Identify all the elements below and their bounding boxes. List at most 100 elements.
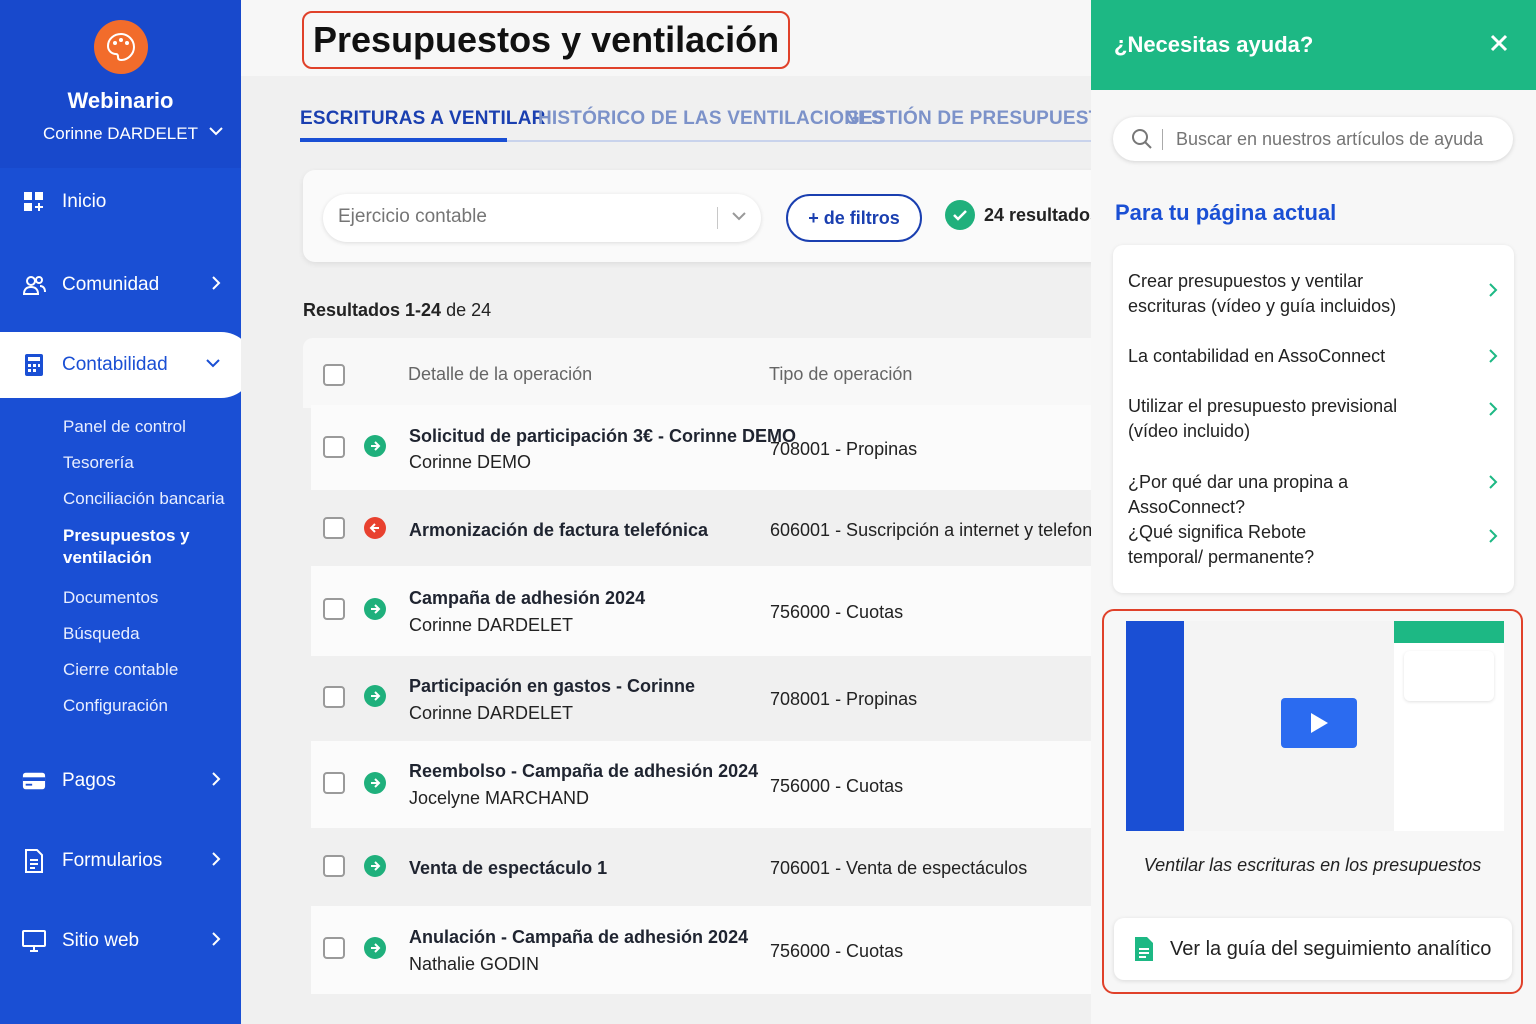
- incoming-arrow-icon: [364, 855, 386, 877]
- subnav-item-panel[interactable]: Panel de control: [63, 416, 225, 452]
- row-checkbox[interactable]: [323, 855, 345, 877]
- subnav-item-configuracion[interactable]: Configuración: [63, 695, 225, 731]
- sidebar-item-label: Sitio web: [62, 930, 140, 951]
- sidebar: Webinario Corinne DARDELET Inicio Comuni…: [0, 0, 254, 1024]
- select-all-checkbox[interactable]: [323, 364, 345, 386]
- row-title: Participación en gastos - Corinne: [409, 676, 696, 696]
- video-thumbnail[interactable]: [1126, 621, 1504, 831]
- search-separator: [1162, 129, 1163, 150]
- user-name[interactable]: Corinne DARDELET: [0, 124, 241, 144]
- guide-label: Ver la guía del seguimiento analítico: [1170, 937, 1492, 960]
- row-title: Anulación - Campaña de adhesión 2024: [409, 927, 749, 947]
- subnav-item-conciliacion[interactable]: Conciliación bancaria: [63, 488, 225, 525]
- sidebar-item-label: Formularios: [62, 850, 163, 871]
- outgoing-arrow-icon: [364, 517, 386, 539]
- table-row[interactable]: Armonización de factura telefónica 60600…: [311, 490, 1107, 566]
- table-row[interactable]: Venta de espectáculo 1 706001 - Venta de…: [311, 828, 1093, 906]
- row-type: 756000 - Cuotas: [770, 602, 904, 622]
- table-row[interactable]: Reembolso - Campaña de adhesión 2024 Joc…: [311, 741, 1093, 828]
- column-header-tipo[interactable]: Tipo de operación: [769, 364, 912, 385]
- tab-historico-ventilaciones[interactable]: HISTÓRICO DE LAS VENTILACIONES: [538, 108, 884, 130]
- results-badge: 24 resultados: [945, 200, 1100, 230]
- subnav-item-tesoreria[interactable]: Tesorería: [63, 452, 225, 488]
- column-header-detalle[interactable]: Detalle de la operación: [408, 364, 592, 385]
- sidebar-item-sitio-web[interactable]: Sitio web: [0, 916, 241, 966]
- active-tab-indicator: [300, 138, 507, 142]
- table-row[interactable]: Anulación - Campaña de adhesión 2024 Nat…: [311, 906, 1093, 994]
- results-badge-label: 24 resultados: [984, 204, 1101, 225]
- chevron-right-icon: [1489, 349, 1498, 363]
- chevron-right-icon: [1489, 283, 1498, 297]
- row-type: 756000 - Cuotas: [770, 776, 904, 796]
- sidebar-item-label: Inicio: [62, 191, 107, 212]
- thumbnail-amount-card: [1404, 651, 1494, 701]
- search-icon: [1132, 129, 1152, 149]
- help-article-link[interactable]: Utilizar el presupuesto previsional (víd…: [1128, 394, 1508, 444]
- row-checkbox[interactable]: [323, 937, 345, 959]
- table-row[interactable]: Campaña de adhesión 2024 Corinne DARDELE…: [311, 566, 1093, 656]
- row-checkbox[interactable]: [323, 436, 345, 458]
- incoming-arrow-icon: [364, 598, 386, 620]
- thumbnail-sidebar: [1126, 621, 1184, 831]
- subnav-item-cierre[interactable]: Cierre contable: [63, 659, 225, 695]
- row-type: 706001 - Venta de espectáculos: [770, 858, 1028, 878]
- help-article-link[interactable]: ¿Por qué dar una propina a AssoConnect?: [1128, 470, 1508, 520]
- row-checkbox[interactable]: [323, 517, 345, 539]
- close-icon[interactable]: [1489, 33, 1509, 53]
- article-label: Crear presupuestos y ventilar escrituras…: [1128, 271, 1397, 316]
- document-icon: [22, 849, 46, 873]
- subnav-item-busqueda[interactable]: Búsqueda: [63, 623, 225, 659]
- help-search-input[interactable]: [1176, 129, 1496, 150]
- table-row[interactable]: Participación en gastos - Corinne Corinn…: [311, 656, 1093, 741]
- sidebar-item-inicio[interactable]: Inicio: [0, 177, 241, 227]
- row-title: Solicitud de participación 3€ - Corinne …: [409, 426, 797, 446]
- fiscal-year-select[interactable]: [323, 194, 761, 242]
- chevron-right-icon: [212, 276, 221, 290]
- tab-gestion-presupuestos[interactable]: GESTIÓN DE PRESUPUESTOS: [845, 108, 1128, 130]
- sidebar-item-contabilidad[interactable]: Contabilidad: [0, 332, 254, 398]
- monitor-icon: [22, 929, 46, 953]
- help-article-link[interactable]: Crear presupuestos y ventilar escrituras…: [1128, 269, 1508, 319]
- article-label: La contabilidad en AssoConnect: [1128, 346, 1386, 366]
- results-total: de 24: [441, 300, 492, 320]
- row-subtitle: Corinne DARDELET: [409, 703, 574, 723]
- incoming-arrow-icon: [364, 937, 386, 959]
- chevron-down-icon[interactable]: [209, 126, 223, 136]
- tab-escrituras-a-ventilar[interactable]: ESCRITURAS A VENTILAR: [300, 108, 546, 130]
- incoming-arrow-icon: [364, 772, 386, 794]
- analytics-guide-button[interactable]: Ver la guía del seguimiento analítico: [1114, 918, 1512, 980]
- chevron-right-icon: [1489, 529, 1498, 543]
- incoming-arrow-icon: [364, 435, 386, 457]
- fiscal-year-input[interactable]: [338, 206, 698, 228]
- sidebar-item-pagos[interactable]: Pagos: [0, 756, 241, 806]
- help-header: ¿Necesitas ayuda?: [1091, 0, 1536, 90]
- help-article-link[interactable]: La contabilidad en AssoConnect: [1128, 344, 1508, 369]
- help-article-link[interactable]: ¿Qué significa Rebote temporal/ permanen…: [1128, 520, 1508, 570]
- help-search-bar[interactable]: [1113, 117, 1513, 161]
- video-caption: Ventilar las escrituras en los presupues…: [1143, 855, 1482, 875]
- row-title: Armonización de factura telefónica: [409, 520, 709, 540]
- table-row[interactable]: Solicitud de participación 3€ - Corinne …: [311, 405, 1093, 490]
- sidebar-subnav: Panel de control Tesorería Conciliación …: [63, 416, 225, 731]
- more-filters-button[interactable]: + de filtros: [786, 194, 922, 242]
- play-button[interactable]: [1281, 698, 1357, 748]
- filter-card: + de filtros 24 resultados: [303, 170, 1103, 262]
- row-checkbox[interactable]: [323, 598, 345, 620]
- subnav-item-presupuestos[interactable]: Presupuestos y ventilación: [63, 525, 203, 587]
- row-title: Venta de espectáculo 1: [409, 858, 608, 878]
- organization-name: Webinario: [67, 88, 174, 113]
- sidebar-item-formularios[interactable]: Formularios: [0, 836, 241, 886]
- subnav-item-documentos[interactable]: Documentos: [63, 587, 225, 623]
- document-icon: [1135, 937, 1153, 961]
- row-checkbox[interactable]: [323, 772, 345, 794]
- thumbnail-panel-header: [1394, 621, 1504, 643]
- sidebar-item-label: Contabilidad: [62, 354, 168, 375]
- sidebar-item-comunidad[interactable]: Comunidad: [0, 260, 241, 310]
- row-checkbox[interactable]: [323, 686, 345, 708]
- chevron-down-icon[interactable]: [731, 210, 747, 222]
- chevron-down-icon: [206, 359, 220, 368]
- row-subtitle: Nathalie GODIN: [409, 954, 540, 974]
- organization-logo[interactable]: [93, 20, 148, 74]
- chevron-right-icon: [1489, 402, 1498, 416]
- help-articles-list: Crear presupuestos y ventilar escrituras…: [1113, 245, 1514, 593]
